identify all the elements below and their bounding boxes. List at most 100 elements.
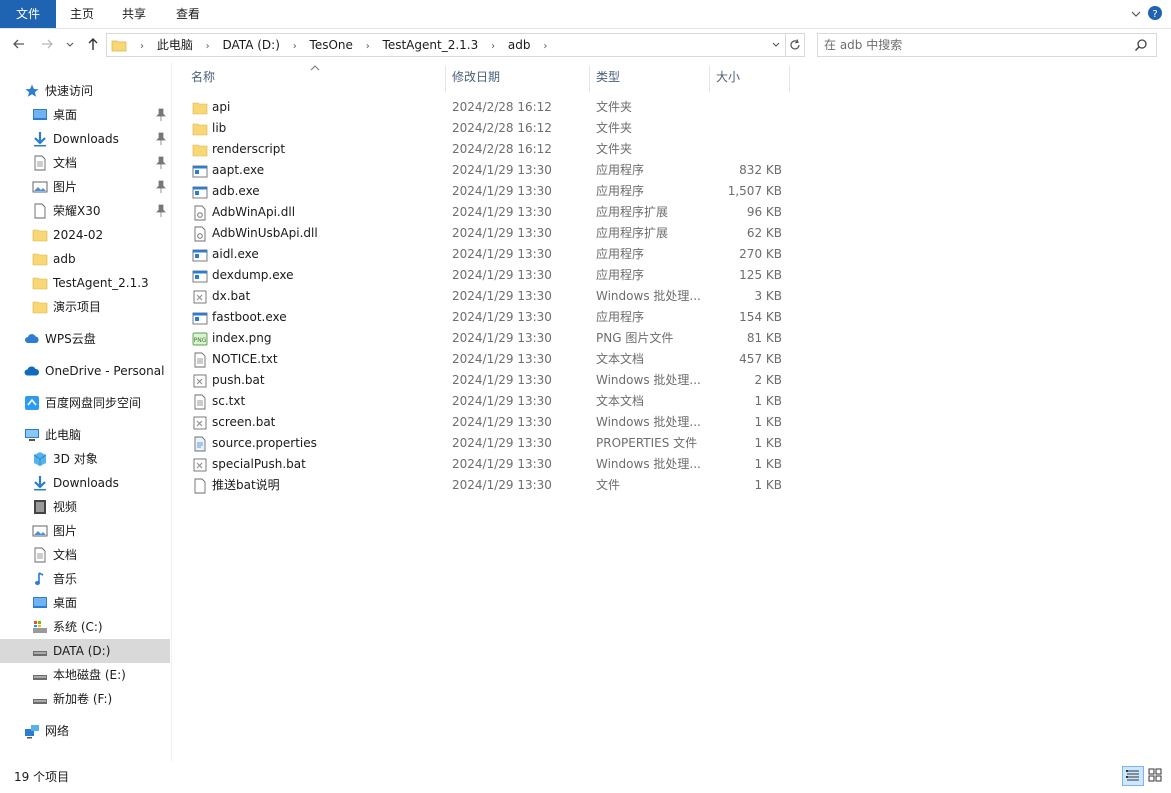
file-row[interactable]: specialPush.bat 2024/1/29 13:30 Windows 批处…	[188, 454, 793, 475]
search-box[interactable]	[817, 33, 1157, 57]
file-row[interactable]: NOTICE.txt 2024/1/29 13:30 文本文档 457 KB	[188, 349, 793, 370]
breadcrumb-data-drive[interactable]: DATA (D:)	[223, 34, 280, 56]
file-type: Windows 批处理...	[596, 415, 701, 429]
file-row[interactable]: AdbWinApi.dll 2024/1/29 13:30 应用程序扩展 96 KB	[188, 202, 793, 223]
sidebar-item-pc-documents[interactable]: 文档	[0, 543, 170, 567]
file-row[interactable]: PNG index.png 2024/1/29 13:30 PNG 图片文件 81 KB	[188, 328, 793, 349]
forward-arrow-icon	[42, 39, 53, 49]
sidebar-this-pc[interactable]: 此电脑	[0, 423, 170, 447]
file-row[interactable]: adb.exe 2024/1/29 13:30 应用程序 1,507 KB	[188, 181, 793, 202]
address-dropdown-button[interactable]	[769, 34, 783, 56]
sidebar-item-drive-c[interactable]: 系统 (C:)	[0, 615, 170, 639]
column-divider[interactable]	[789, 66, 790, 92]
sidebar-item-drive-f[interactable]: 新加卷 (F:)	[0, 687, 170, 711]
file-size: 1 KB	[754, 478, 782, 492]
search-input[interactable]	[824, 36, 1124, 54]
file-date: 2024/1/29 13:30	[452, 247, 552, 261]
sidebar-quick-access[interactable]: 快速访问	[0, 79, 170, 103]
refresh-button[interactable]	[786, 33, 805, 57]
file-row[interactable]: aidl.exe 2024/1/29 13:30 应用程序 270 KB	[188, 244, 793, 265]
sidebar-item-downloads[interactable]: Downloads	[0, 127, 170, 151]
help-icon[interactable]: ?	[1147, 5, 1163, 21]
sidebar-item-drive-d[interactable]: DATA (D:)	[0, 639, 170, 663]
breadcrumb-separator-icon[interactable]: ›	[206, 36, 210, 58]
sidebar-item-label: Downloads	[53, 476, 119, 490]
sidebar-item-honor-x30[interactable]: 荣耀X30	[0, 199, 170, 223]
file-type: PNG 图片文件	[596, 331, 674, 345]
tab-home[interactable]: 主页	[56, 0, 108, 28]
expand-ribbon-icon[interactable]	[1129, 7, 1143, 21]
file-row[interactable]: dexdump.exe 2024/1/29 13:30 应用程序 125 KB	[188, 265, 793, 286]
recent-locations-button[interactable]	[63, 36, 77, 54]
pin-icon[interactable]	[155, 204, 167, 218]
tab-file[interactable]: 文件	[0, 0, 56, 28]
file-row[interactable]: screen.bat 2024/1/29 13:30 Windows 批处理... 1…	[188, 412, 793, 433]
file-row[interactable]: 推送bat说明 2024/1/29 13:30 文件 1 KB	[188, 475, 793, 496]
pin-icon[interactable]	[155, 156, 167, 170]
address-bar[interactable]: › 此电脑 › DATA (D:) › TesOne › TestAgent_2…	[106, 33, 786, 57]
sidebar-item-label: 本地磁盘 (E:)	[53, 668, 126, 682]
sidebar-item-3d-objects[interactable]: 3D 对象	[0, 447, 170, 471]
breadcrumb-separator-icon[interactable]: ›	[140, 36, 144, 58]
sidebar-item-pc-downloads[interactable]: Downloads	[0, 471, 170, 495]
breadcrumb-adb[interactable]: adb	[508, 34, 531, 56]
sidebar-item-pictures[interactable]: 图片	[0, 175, 170, 199]
breadcrumb-testagent[interactable]: TestAgent_2.1.3	[383, 34, 479, 56]
search-icon[interactable]	[1134, 38, 1148, 52]
exe-icon	[192, 270, 208, 283]
sidebar-item-demo-project[interactable]: 演示项目	[0, 295, 170, 319]
file-type: 文件	[596, 478, 621, 492]
file-date: 2024/1/29 13:30	[452, 163, 552, 177]
file-row[interactable]: dx.bat 2024/1/29 13:30 Windows 批处理... 3 KB	[188, 286, 793, 307]
sidebar-item-pc-desktop[interactable]: 桌面	[0, 591, 170, 615]
pin-icon[interactable]	[155, 132, 167, 146]
music-icon	[35, 572, 44, 585]
file-name: lib	[212, 121, 227, 135]
large-icons-view-button[interactable]	[1145, 766, 1167, 786]
column-header-name[interactable]: 名称	[180, 62, 444, 92]
sidebar-item-2024-02[interactable]: 2024-02	[0, 223, 170, 247]
file-row[interactable]: lib 2024/2/28 16:12 文件夹	[188, 118, 793, 139]
up-button[interactable]	[84, 36, 102, 54]
file-row[interactable]: fastboot.exe 2024/1/29 13:30 应用程序 154 KB	[188, 307, 793, 328]
file-row[interactable]: api 2024/2/28 16:12 文件夹	[188, 97, 793, 118]
breadcrumb-separator-icon[interactable]: ›	[543, 36, 547, 58]
file-row[interactable]: sc.txt 2024/1/29 13:30 文本文档 1 KB	[188, 391, 793, 412]
exe-icon	[192, 165, 208, 178]
back-button[interactable]	[10, 36, 28, 54]
details-view-button[interactable]	[1122, 766, 1144, 786]
sidebar-item-adb[interactable]: adb	[0, 247, 170, 271]
sidebar-network[interactable]: 网络	[0, 719, 170, 743]
breadcrumb-separator-icon[interactable]: ›	[366, 36, 370, 58]
file-row[interactable]: AdbWinUsbApi.dll 2024/1/29 13:30 应用程序扩展 62 …	[188, 223, 793, 244]
tab-view[interactable]: 查看	[160, 0, 216, 28]
sidebar-item-desktop[interactable]: 桌面	[0, 103, 170, 127]
sidebar-item-pc-pictures[interactable]: 图片	[0, 519, 170, 543]
file-row[interactable]: aapt.exe 2024/1/29 13:30 应用程序 832 KB	[188, 160, 793, 181]
column-header-type[interactable]: 类型	[590, 62, 709, 92]
refresh-icon	[790, 39, 800, 50]
sidebar-item-videos[interactable]: 视频	[0, 495, 170, 519]
file-row[interactable]: renderscript 2024/2/28 16:12 文件夹	[188, 139, 793, 160]
column-header-size[interactable]: 大小	[710, 62, 789, 92]
breadcrumb-separator-icon[interactable]: ›	[293, 36, 297, 58]
breadcrumb-this-pc[interactable]: 此电脑	[157, 34, 193, 56]
breadcrumb-tesone[interactable]: TesOne	[310, 34, 353, 56]
tab-share[interactable]: 共享	[108, 0, 160, 28]
pin-icon[interactable]	[155, 108, 167, 122]
file-row[interactable]: source.properties 2024/1/29 13:30 PROPERTI…	[188, 433, 793, 454]
file-size: 832 KB	[739, 163, 782, 177]
sidebar-baidu-netdisk[interactable]: 百度网盘同步空间	[0, 391, 170, 415]
sidebar-item-testagent[interactable]: TestAgent_2.1.3	[0, 271, 170, 295]
file-row[interactable]: push.bat 2024/1/29 13:30 Windows 批处理... 2 K…	[188, 370, 793, 391]
sidebar-item-documents[interactable]: 文档	[0, 151, 170, 175]
sidebar-item-music[interactable]: 音乐	[0, 567, 170, 591]
breadcrumb-separator-icon[interactable]: ›	[491, 36, 495, 58]
sidebar-item-drive-e[interactable]: 本地磁盘 (E:)	[0, 663, 170, 687]
forward-button[interactable]	[38, 36, 56, 54]
sidebar-wps-cloud[interactable]: WPS云盘	[0, 327, 170, 351]
column-header-date[interactable]: 修改日期	[446, 62, 589, 92]
pin-icon[interactable]	[155, 180, 167, 194]
sidebar-onedrive[interactable]: OneDrive - Personal	[0, 359, 170, 383]
cloud-icon	[25, 334, 39, 343]
